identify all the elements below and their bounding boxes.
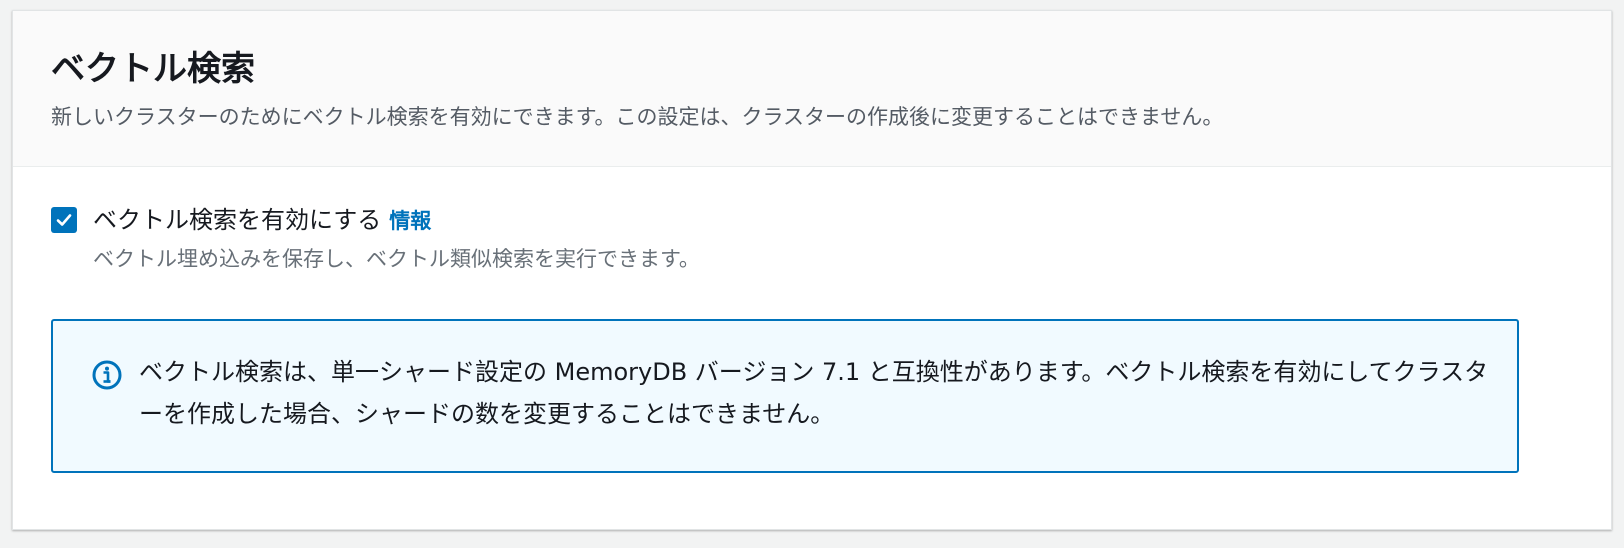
panel-body: ベクトル検索を有効にする 情報 ベクトル埋め込みを保存し、ベクトル類似検索を実行で… <box>13 167 1611 521</box>
enable-vector-search-label[interactable]: ベクトル検索を有効にする 情報 <box>93 205 431 236</box>
panel-description: 新しいクラスターのためにベクトル検索を有効にできます。この設定は、クラスターの作… <box>51 105 1224 129</box>
info-alert: ベクトル検索は、単一シャード設定の MemoryDB バージョン 7.1 と互換… <box>51 319 1519 473</box>
info-circle-icon <box>92 360 122 390</box>
info-link[interactable]: 情報 <box>389 209 431 233</box>
panel-header: ベクトル検索 新しいクラスターのためにベクトル検索を有効にできます。この設定は、… <box>13 11 1611 167</box>
info-alert-text: ベクトル検索は、単一シャード設定の MemoryDB バージョン 7.1 と互換… <box>139 358 1489 428</box>
panel-title: ベクトル検索 <box>51 49 255 89</box>
enable-vector-search-description: ベクトル埋め込みを保存し、ベクトル類似検索を実行できます。 <box>93 247 700 271</box>
checkbox-label-text[interactable]: ベクトル検索を有効にする <box>93 206 381 234</box>
enable-vector-search-checkbox[interactable] <box>51 207 77 233</box>
checkmark-icon <box>56 214 72 226</box>
vector-search-panel: ベクトル検索 新しいクラスターのためにベクトル検索を有効にできます。この設定は、… <box>12 10 1612 530</box>
